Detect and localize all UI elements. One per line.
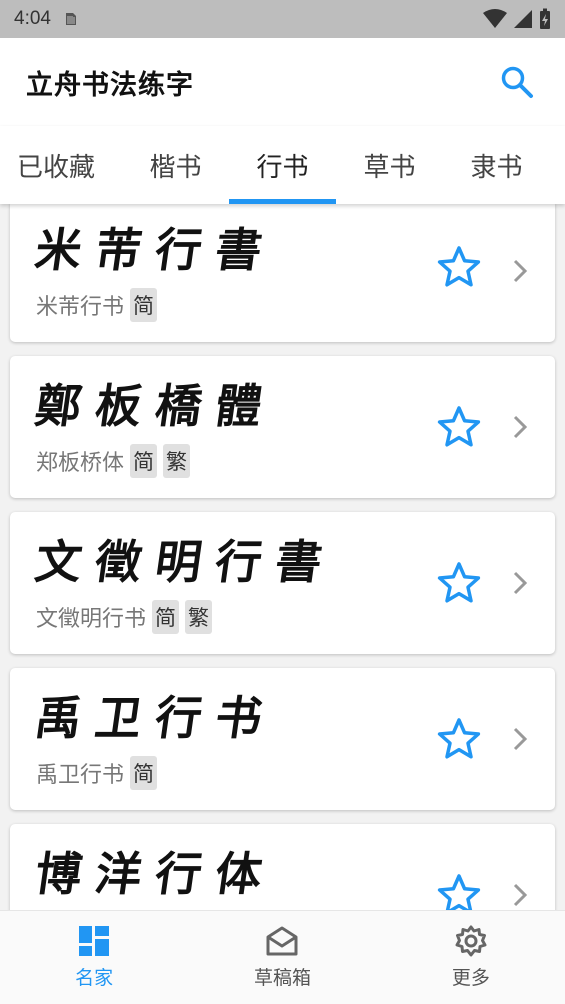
tab-caoshu[interactable]: 草书 — [336, 126, 443, 204]
font-name: 文徵明行书 简 繁 — [36, 600, 213, 634]
star-icon[interactable] — [436, 404, 482, 450]
font-name: 郑板桥体 简 繁 — [36, 444, 191, 478]
nav-label: 更多 — [451, 967, 490, 989]
font-list[interactable]: 米芾行書 米芾行书 简 鄭板橋體 郑板桥体 简 繁 文徵明行書 文徵明行书 简 — [0, 204, 565, 910]
status-icons — [483, 8, 551, 30]
gear-icon — [455, 925, 487, 957]
calligraphy-sample: 鄭板橋體 — [31, 379, 280, 433]
tab-indicator — [229, 199, 336, 204]
star-icon[interactable] — [436, 716, 482, 762]
font-card-zhengbanqiao[interactable]: 鄭板橋體 郑板桥体 简 繁 — [10, 356, 555, 498]
search-button[interactable] — [495, 60, 539, 104]
simplified-tag: 简 — [130, 756, 158, 790]
calligraphy-sample: 米芾行書 — [31, 223, 280, 277]
star-icon[interactable] — [436, 560, 482, 606]
traditional-tag: 繁 — [163, 444, 191, 478]
traditional-tag: 繁 — [185, 600, 213, 634]
font-name: 米芾行书 简 — [36, 288, 158, 322]
cell-signal-icon — [514, 10, 532, 28]
mail-open-icon — [266, 926, 298, 956]
status-bar: 4:04 — [0, 0, 565, 38]
app-bar: 立舟书法练字 — [0, 38, 565, 126]
dashboard-icon — [79, 926, 110, 956]
font-card-boyang[interactable]: 博洋行体 — [10, 824, 555, 910]
star-icon[interactable] — [436, 872, 482, 910]
simplified-tag: 简 — [130, 288, 158, 322]
tab-kaishu[interactable]: 楷书 — [122, 126, 229, 204]
font-card-mifu[interactable]: 米芾行書 米芾行书 简 — [10, 204, 555, 342]
nav-label: 名家 — [75, 967, 114, 989]
tab-favorites[interactable]: 已收藏 — [0, 126, 112, 204]
calligraphy-sample: 博洋行体 — [31, 847, 280, 901]
chevron-right-icon[interactable] — [510, 726, 530, 752]
chevron-right-icon[interactable] — [510, 414, 530, 440]
search-icon — [501, 66, 533, 98]
font-card-wenzhengming[interactable]: 文徵明行書 文徵明行书 简 繁 — [10, 512, 555, 654]
nav-item-masters[interactable]: 名家 — [0, 911, 188, 1004]
tab-lishu[interactable]: 隶书 — [443, 126, 550, 204]
status-time: 4:04 — [14, 8, 51, 29]
font-card-yuwei[interactable]: 禹卫行书 禹卫行书 简 — [10, 668, 555, 810]
bottom-nav: 名家 草稿箱 更多 — [0, 910, 565, 1004]
star-icon[interactable] — [436, 244, 482, 290]
nav-item-drafts[interactable]: 草稿箱 — [188, 911, 376, 1004]
font-name-label: 禹卫行书 — [36, 763, 125, 788]
tab-xingshu[interactable]: 行书 — [229, 126, 336, 204]
nav-item-more[interactable]: 更多 — [377, 911, 565, 1004]
chevron-right-icon[interactable] — [510, 882, 530, 908]
simplified-tag: 简 — [130, 444, 158, 478]
font-name-label: 文徵明行书 — [36, 607, 147, 632]
chevron-right-icon[interactable] — [510, 570, 530, 596]
wifi-icon — [483, 9, 507, 28]
calligraphy-sample: 禹卫行书 — [31, 691, 280, 745]
simplified-tag: 简 — [152, 600, 180, 634]
calligraphy-sample: 文徵明行書 — [31, 535, 340, 589]
tab-bar: 已收藏 楷书 行书 草书 隶书 — [0, 126, 565, 204]
chevron-right-icon[interactable] — [510, 258, 530, 284]
app-title: 立舟书法练字 — [26, 69, 194, 101]
font-name: 禹卫行书 简 — [36, 756, 158, 790]
sim-card-icon — [65, 13, 76, 25]
font-name-label: 郑板桥体 — [36, 451, 125, 476]
nav-label: 草稿箱 — [253, 967, 311, 989]
font-name-label: 米芾行书 — [36, 295, 125, 320]
battery-icon — [540, 8, 550, 29]
